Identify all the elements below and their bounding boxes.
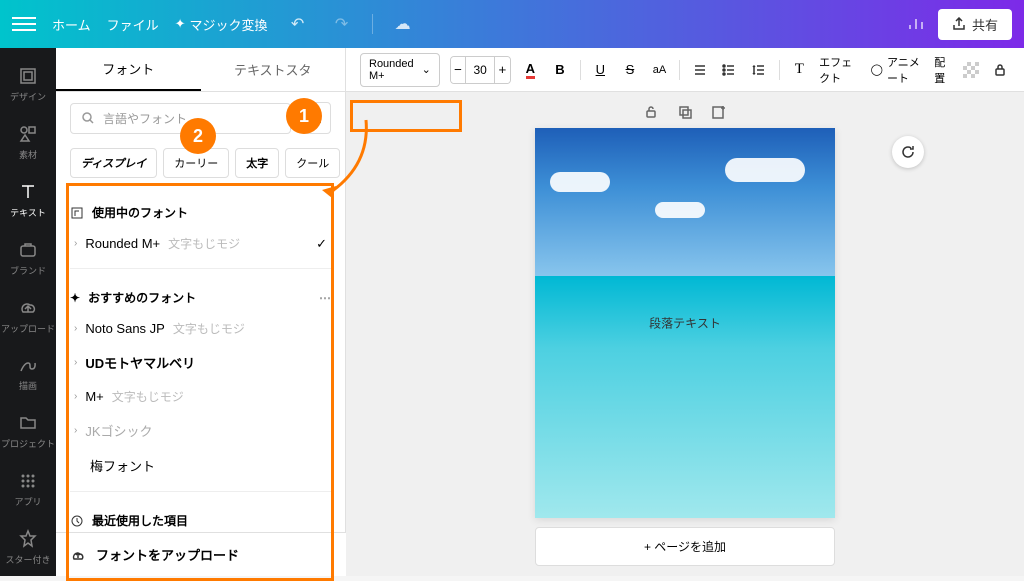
nav-home[interactable]: ホーム xyxy=(52,15,91,34)
chevron-down-icon: ⌄ xyxy=(422,63,431,76)
nav-magic[interactable]: ✦ マジック変換 xyxy=(175,15,268,34)
underline-button[interactable]: U xyxy=(591,57,611,83)
sidebar-item-text[interactable]: テキスト xyxy=(0,172,56,230)
font-size-plus[interactable]: + xyxy=(495,57,509,83)
font-size-minus[interactable]: − xyxy=(451,57,465,83)
lock-page-icon[interactable] xyxy=(641,102,661,122)
font-size-input[interactable] xyxy=(465,57,495,83)
sidebar-item-starred[interactable]: スター付き xyxy=(0,518,56,576)
check-icon: ✓ xyxy=(316,236,327,252)
strikethrough-button[interactable]: S xyxy=(620,57,640,83)
sidebar-item-design[interactable]: デザイン xyxy=(0,56,56,114)
font-item[interactable]: ›UDモトヤマルベリ xyxy=(70,345,331,380)
undo-icon[interactable]: ↶ xyxy=(284,10,312,38)
font-item[interactable]: ›JKゴシック xyxy=(70,413,331,448)
sidebar-item-draw[interactable]: 描画 xyxy=(0,345,56,403)
font-item[interactable]: 梅フォント xyxy=(70,448,331,483)
section-current-fonts: 使用中のフォント xyxy=(70,198,331,227)
section-recent: 最近使用した項目 xyxy=(70,506,331,535)
position-button[interactable]: 配置 xyxy=(934,54,951,86)
upload-font-button[interactable]: フォントをアップロード xyxy=(56,532,346,576)
font-item-current[interactable]: ›Rounded M+文字もじモジ✓ xyxy=(70,227,331,260)
redo-icon[interactable]: ↷ xyxy=(328,10,356,38)
sidebar-item-uploads[interactable]: アップロード xyxy=(0,287,56,345)
search-icon xyxy=(81,111,95,125)
effects-button[interactable]: エフェクト xyxy=(819,54,860,86)
chip-cool[interactable]: クール xyxy=(285,148,340,178)
chip-display[interactable]: ディスプレイ xyxy=(70,148,157,178)
filter-button[interactable] xyxy=(299,102,331,134)
sidebar-item-elements[interactable]: 素材 xyxy=(0,114,56,172)
tab-text-style[interactable]: テキストスタ xyxy=(201,48,346,91)
text-case-button[interactable]: aA xyxy=(650,57,670,83)
canvas-page[interactable]: 段落テキスト xyxy=(535,128,835,518)
font-item[interactable]: ›Noto Sans JP文字もじモジ xyxy=(70,312,331,345)
insights-icon[interactable] xyxy=(902,10,930,38)
text-element[interactable]: 段落テキスト xyxy=(649,315,721,332)
duplicate-page-icon[interactable] xyxy=(675,102,695,122)
text-style-button[interactable]: T xyxy=(790,57,810,83)
transparency-button[interactable] xyxy=(961,57,981,83)
chip-curly[interactable]: カーリー xyxy=(163,148,229,178)
font-select[interactable]: Rounded M+⌄ xyxy=(360,53,440,87)
spacing-button[interactable] xyxy=(749,57,769,83)
section-recommended: ✦おすすめのフォント⋯ xyxy=(70,283,331,312)
sidebar-item-apps[interactable]: アプリ xyxy=(0,460,56,518)
align-button[interactable] xyxy=(690,57,710,83)
add-page-button[interactable]: + ページを追加 xyxy=(535,527,835,566)
font-item[interactable]: ›M+文字もじモジ xyxy=(70,380,331,413)
font-search-input[interactable]: 言語やフォント xyxy=(70,103,291,134)
lock-button[interactable] xyxy=(990,57,1010,83)
nav-file[interactable]: ファイル xyxy=(107,15,159,34)
text-color-button[interactable]: A xyxy=(521,57,541,83)
menu-button[interactable] xyxy=(12,12,36,36)
add-page-icon[interactable] xyxy=(709,102,729,122)
animate-button[interactable]: ◯アニメート xyxy=(871,54,925,86)
sidebar-item-brand[interactable]: ブランド xyxy=(0,229,56,287)
upload-icon xyxy=(70,547,86,563)
refresh-button[interactable] xyxy=(892,136,924,168)
share-button[interactable]: 共有 xyxy=(938,9,1012,40)
sidebar-item-projects[interactable]: プロジェクト xyxy=(0,403,56,461)
bold-button[interactable]: B xyxy=(550,57,570,83)
list-button[interactable] xyxy=(720,57,740,83)
chip-bold[interactable]: 太字 xyxy=(235,148,279,178)
tab-font[interactable]: フォント xyxy=(56,48,201,91)
cloud-sync-icon[interactable]: ☁ xyxy=(389,10,417,38)
